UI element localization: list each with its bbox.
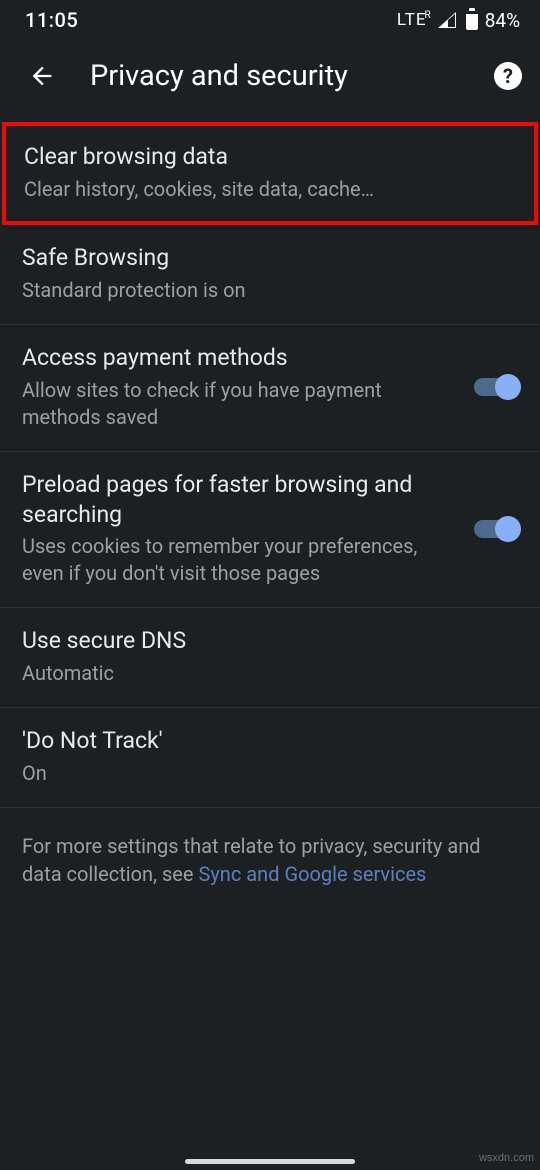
page-title: Privacy and security [90, 59, 494, 93]
help-icon: ? [503, 64, 513, 88]
signal-icon [438, 12, 456, 28]
setting-safe-browsing[interactable]: Safe Browsing Standard protection is on [0, 225, 540, 325]
setting-preload-pages[interactable]: Preload pages for faster browsing and se… [0, 452, 540, 609]
setting-subtitle: Automatic [22, 660, 518, 687]
setting-title: Clear browsing data [24, 142, 516, 172]
status-right: LTER 84% [397, 9, 520, 32]
arrow-back-icon [28, 62, 56, 90]
setting-subtitle: Clear history, cookies, site data, cache… [24, 176, 516, 203]
nav-indicator[interactable] [185, 1159, 355, 1164]
setting-clear-browsing-data[interactable]: Clear browsing data Clear history, cooki… [2, 122, 538, 225]
setting-do-not-track[interactable]: 'Do Not Track' On [0, 708, 540, 808]
network-label: LTER [397, 10, 432, 30]
setting-title: Preload pages for faster browsing and se… [22, 470, 454, 530]
setting-access-payment-methods[interactable]: Access payment methods Allow sites to ch… [0, 325, 540, 452]
setting-subtitle: Allow sites to check if you have payment… [22, 377, 454, 431]
watermark: wsxdn.com [479, 1152, 534, 1164]
setting-title: Use secure DNS [22, 626, 518, 656]
setting-title: Safe Browsing [22, 243, 518, 273]
setting-title: Access payment methods [22, 343, 454, 373]
toggle-preload-pages[interactable] [474, 520, 518, 538]
help-button[interactable]: ? [494, 62, 522, 90]
status-time: 11:05 [25, 8, 78, 32]
setting-subtitle: On [22, 760, 518, 787]
footer-note: For more settings that relate to privacy… [0, 808, 540, 912]
battery-icon [466, 11, 478, 30]
back-button[interactable] [24, 58, 60, 94]
app-bar: Privacy and security ? [0, 40, 540, 112]
settings-list: Clear browsing data Clear history, cooki… [0, 122, 540, 912]
toggle-payment-methods[interactable] [474, 378, 518, 396]
setting-subtitle: Uses cookies to remember your preference… [22, 533, 454, 587]
sync-services-link[interactable]: Sync and Google services [198, 862, 426, 886]
battery-percentage: 84% [485, 9, 520, 32]
setting-secure-dns[interactable]: Use secure DNS Automatic [0, 608, 540, 708]
setting-subtitle: Standard protection is on [22, 277, 518, 304]
status-bar: 11:05 LTER 84% [0, 0, 540, 40]
setting-title: 'Do Not Track' [22, 726, 518, 756]
